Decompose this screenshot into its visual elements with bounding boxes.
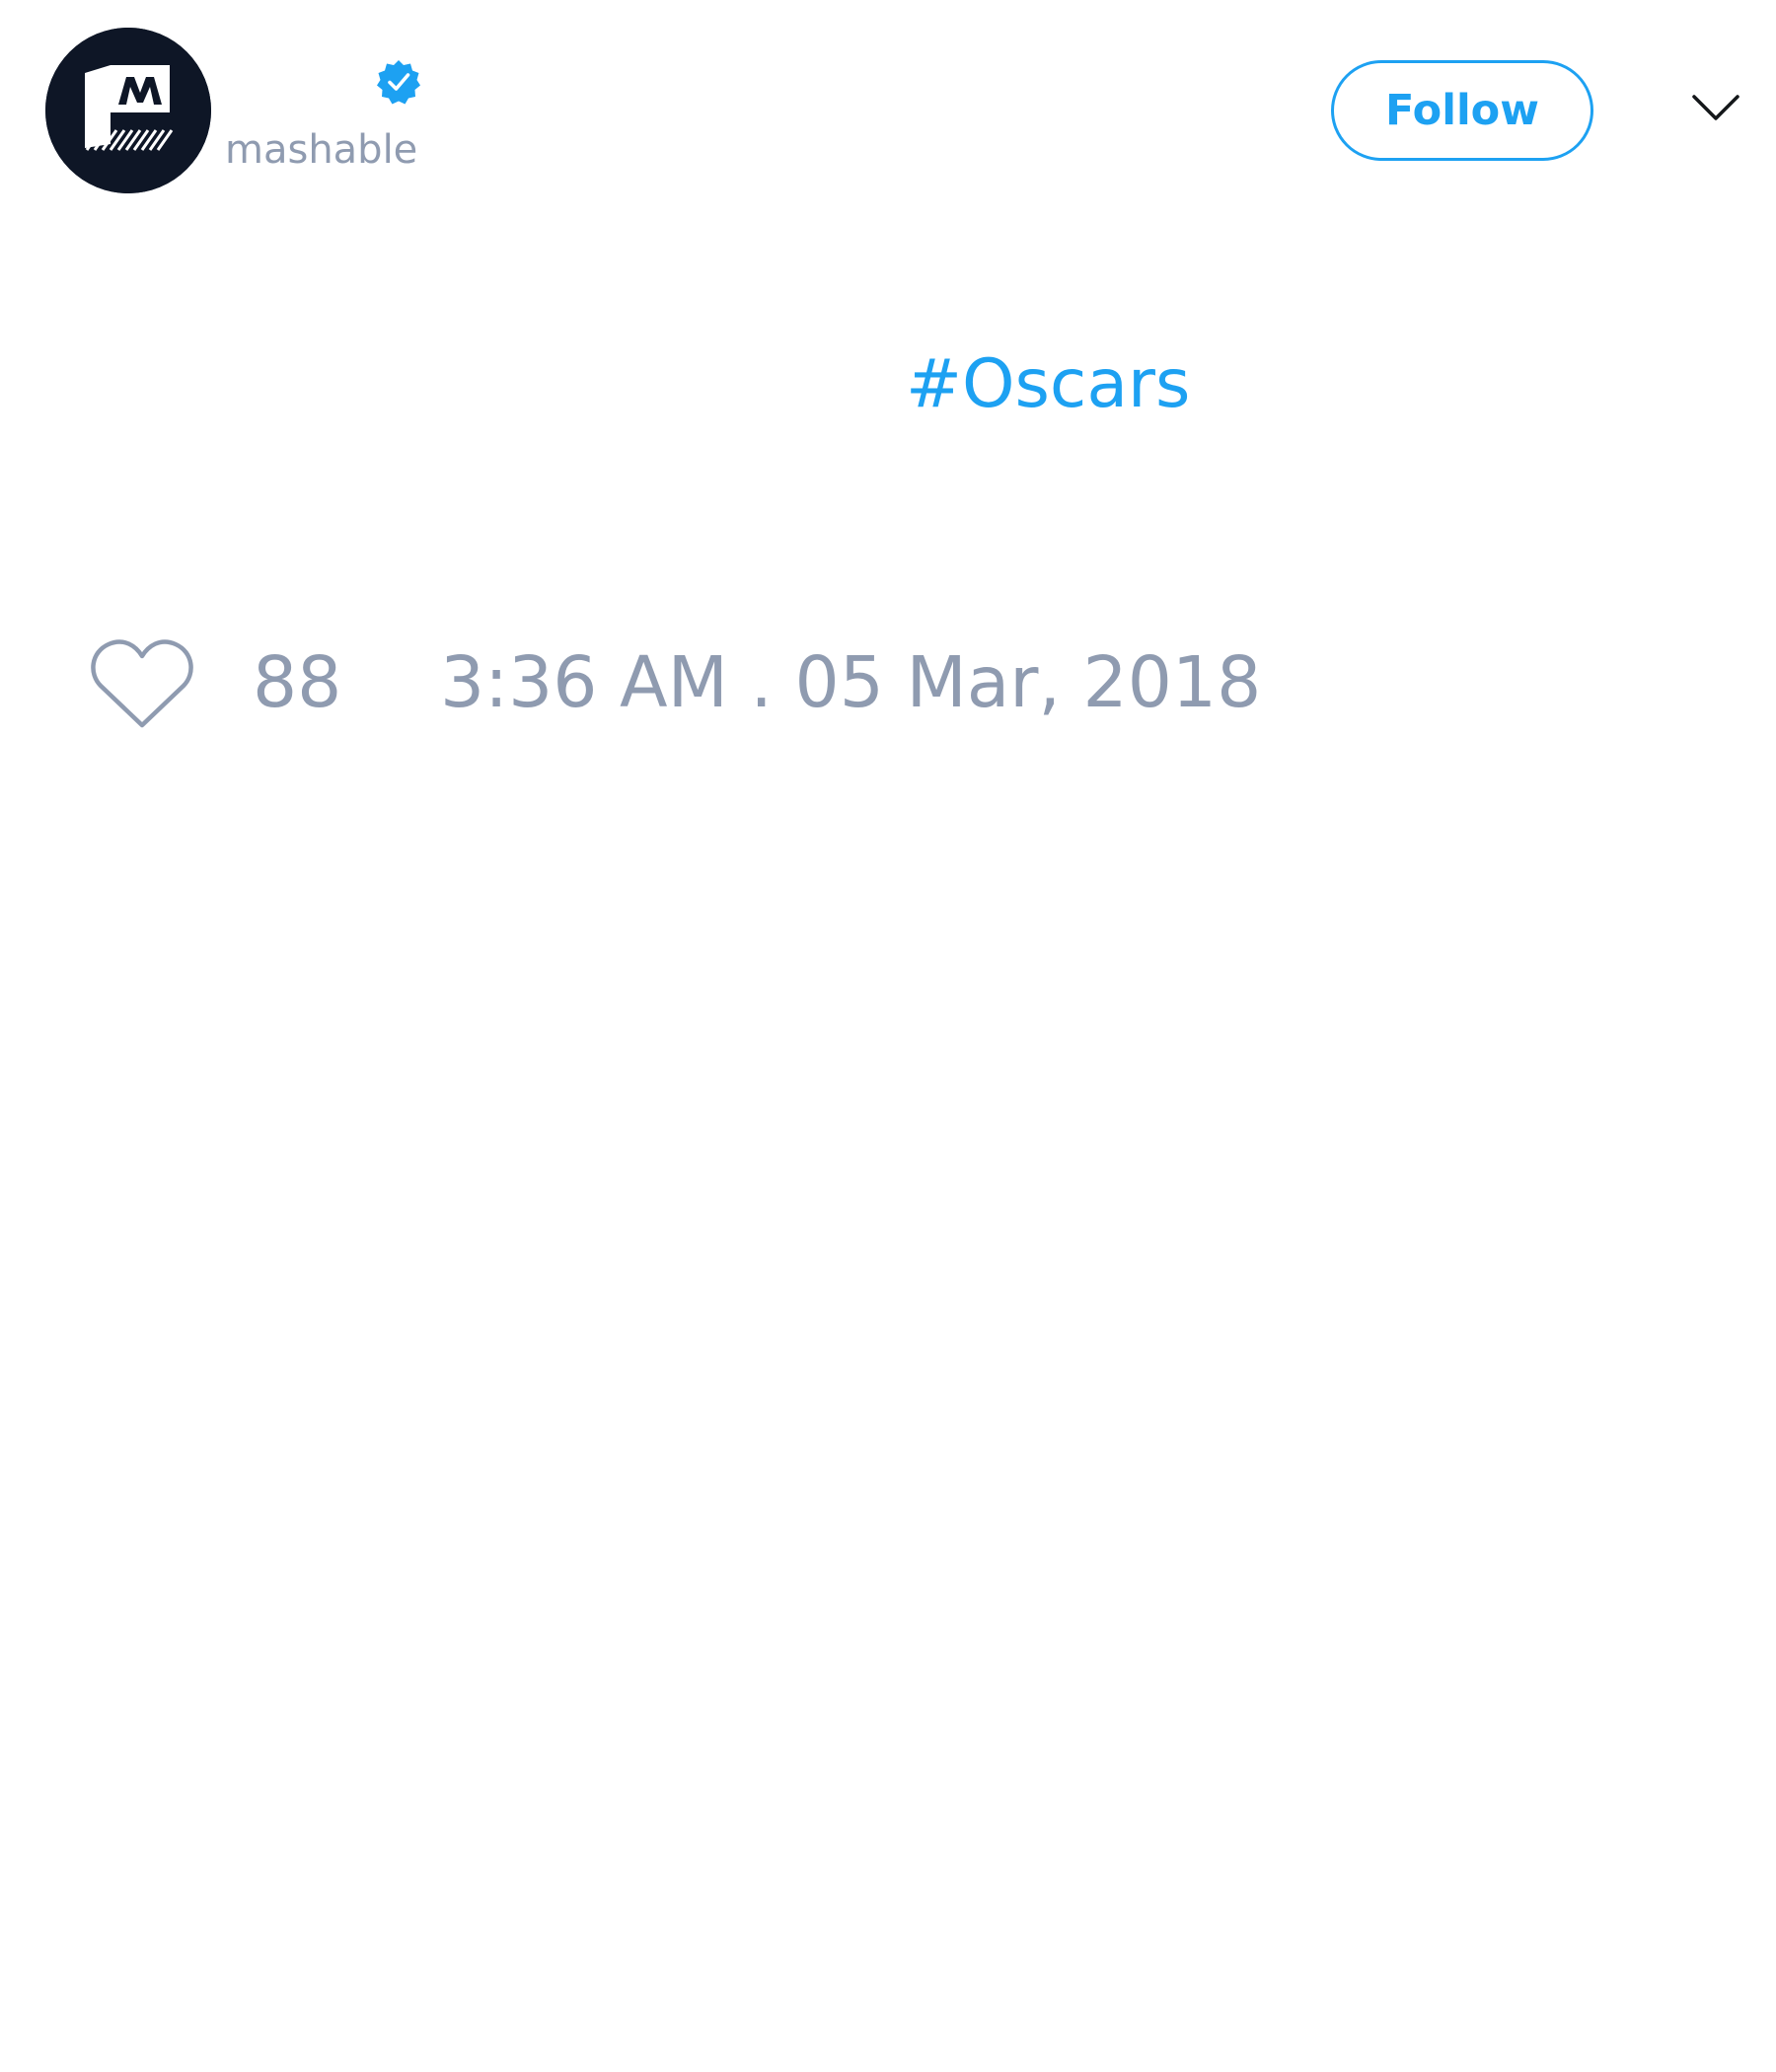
- follow-button[interactable]: Follow: [1331, 60, 1593, 161]
- timestamp[interactable]: 3:36 AM . 05 Mar, 2018: [440, 643, 1261, 722]
- chevron-down-icon[interactable]: [1691, 91, 1740, 126]
- mashable-logo-icon: [45, 28, 211, 193]
- avatar[interactable]: [45, 28, 211, 193]
- heart-icon[interactable]: [89, 636, 195, 731]
- like-count: 88: [253, 641, 342, 723]
- hashtag-link[interactable]: #Oscars: [906, 345, 1190, 424]
- verified-badge-icon: [375, 58, 422, 106]
- user-handle[interactable]: mashable: [225, 126, 417, 174]
